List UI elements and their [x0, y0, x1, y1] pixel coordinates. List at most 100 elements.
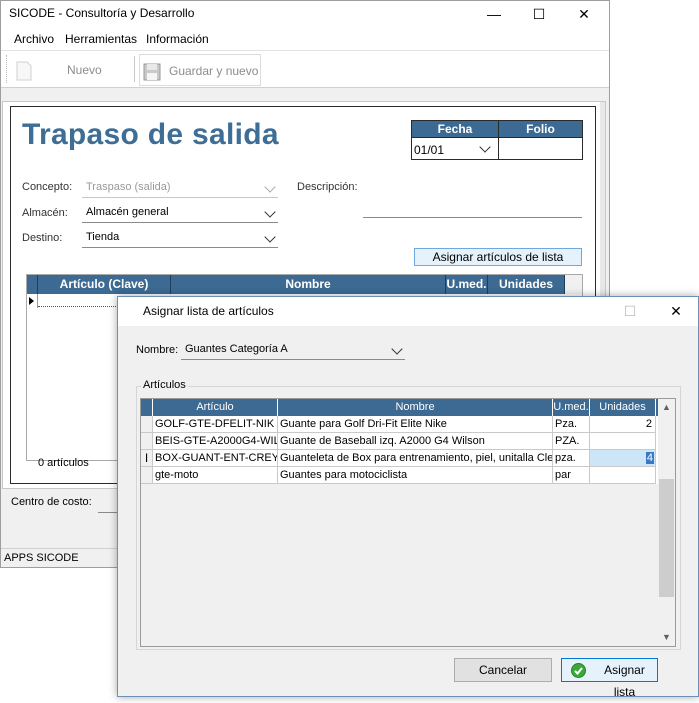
scroll-down-arrow-icon[interactable]: ▼ [658, 629, 675, 646]
destino-label: Destino: [22, 232, 63, 244]
col-articulo-clave[interactable]: Artículo (Clave) [38, 275, 171, 294]
cell-nombre[interactable]: Guante de Baseball izq. A2000 G4 Wilson [278, 433, 553, 450]
minimize-button[interactable]: — [471, 1, 517, 28]
cell-articulo[interactable]: BOX-GUANT-ENT-CREY [153, 450, 278, 467]
scroll-up-arrow-icon[interactable]: ▲ [658, 399, 675, 416]
cell-unidades-editing[interactable]: 4 [590, 450, 656, 467]
dialog-nombre-select[interactable]: Guantes Categoría A [181, 340, 405, 360]
table-row[interactable]: I BOX-GUANT-ENT-CREY Guanteleta de Box p… [141, 450, 658, 467]
cell-nombre[interactable]: Guanteleta de Box para entrenamiento, pi… [278, 450, 553, 467]
grid-scroll-up[interactable] [565, 275, 582, 294]
concepto-value: Traspaso (salida) [86, 181, 171, 193]
row-header-corner [27, 275, 38, 294]
menu-informacion[interactable]: Información [146, 32, 209, 46]
menu-bar: Archivo Herramientas Información [1, 28, 609, 50]
concepto-select[interactable]: Traspaso (salida) [82, 178, 278, 198]
dialog-row-header-corner [141, 399, 153, 416]
cell-unidades[interactable]: 2 [590, 416, 656, 433]
assign-list-dialog: Asignar lista de artículos ☐ ✕ Nombre: G… [117, 296, 699, 699]
centro-costo-label: Centro de costo: [11, 496, 92, 508]
toolbar: Nuevo Guardar y nuevo [1, 50, 609, 88]
chevron-down-icon [479, 141, 491, 153]
cell-unidades-selected-text: 4 [645, 452, 654, 464]
maximize-button[interactable]: ☐ [516, 1, 562, 28]
assign-list-button[interactable]: Asignar lista [561, 658, 658, 699]
scroll-thumb[interactable] [659, 479, 674, 597]
cell-nombre[interactable]: Guantes para motociclista [278, 467, 553, 484]
articulos-group-label: Artículos [141, 379, 188, 391]
toolbar-grip [6, 55, 8, 83]
page-title: Trapaso de salida [22, 118, 279, 151]
descripcion-field[interactable] [363, 217, 582, 218]
assign-list-label: Asignar lista [604, 663, 645, 699]
title-bar: SICODE - Consultoría y Desarrollo — ☐ ✕ [1, 1, 609, 28]
cell-nombre[interactable]: Guante para Golf Dri-Fit Elite Nike [278, 416, 553, 433]
folio-field[interactable] [498, 137, 583, 160]
cell-articulo[interactable]: gte-moto [153, 467, 278, 484]
almacen-value: Almacén general [86, 206, 169, 218]
dialog-col-unidades[interactable]: Unidades [590, 399, 656, 416]
col-nombre[interactable]: Nombre [171, 275, 446, 294]
cell-articulo[interactable]: BEIS-GTE-A2000G4-WIL [153, 433, 278, 450]
fecha-header: Fecha [411, 120, 499, 138]
col-unidades[interactable]: Unidades [488, 275, 565, 294]
dialog-nombre-value: Guantes Categoría A [185, 343, 288, 355]
check-icon [571, 663, 586, 678]
row-header [141, 467, 153, 484]
save-disk-icon [143, 62, 161, 82]
destino-select[interactable]: Tienda [82, 228, 278, 248]
col-umed[interactable]: U.med. [446, 275, 488, 294]
concepto-label: Concepto: [22, 181, 73, 193]
row-header [141, 433, 153, 450]
cancel-button[interactable]: Cancelar [454, 658, 552, 682]
toolbar-separator [134, 56, 135, 82]
centro-costo-field[interactable] [98, 512, 118, 513]
table-row[interactable]: GOLF-GTE-DFELIT-NIK Guante para Golf Dri… [141, 416, 658, 433]
dialog-title-bar: Asignar lista de artículos ☐ ✕ [118, 297, 698, 326]
table-row[interactable]: BEIS-GTE-A2000G4-WIL Guante de Baseball … [141, 433, 658, 450]
almacen-select[interactable]: Almacén general [82, 203, 278, 223]
dialog-col-umed[interactable]: U.med. [553, 399, 590, 416]
menu-herramientas[interactable]: Herramientas [65, 32, 137, 46]
dialog-close-button[interactable]: ✕ [653, 298, 699, 325]
cell-umed[interactable]: Pza. [553, 416, 590, 433]
dialog-maximize-button[interactable]: ☐ [607, 298, 653, 325]
new-row-placeholder[interactable] [38, 306, 118, 307]
chevron-down-icon [264, 231, 276, 243]
save-and-new-label: Guardar y nuevo [169, 64, 259, 78]
fecha-picker[interactable]: 01/01 [411, 137, 499, 160]
dialog-col-nombre[interactable]: Nombre [278, 399, 553, 416]
fecha-value: 01/01 [414, 143, 445, 157]
new-button[interactable]: Nuevo [13, 54, 131, 86]
destino-value: Tienda [86, 231, 120, 243]
folio-header: Folio [498, 120, 583, 138]
window-title: SICODE - Consultoría y Desarrollo [9, 6, 195, 20]
cell-umed[interactable]: pza. [553, 450, 590, 467]
cell-unidades[interactable] [590, 433, 656, 450]
articles-count: 0 artículos [38, 457, 89, 469]
chevron-down-icon [264, 206, 276, 218]
cell-umed[interactable]: par [553, 467, 590, 484]
dialog-nombre-label: Nombre: [136, 344, 179, 356]
table-row[interactable]: gte-moto Guantes para motociclista par [141, 467, 658, 484]
status-bar: APPS SICODE [1, 548, 117, 567]
dialog-title: Asignar lista de artículos [143, 304, 274, 318]
dialog-minimize-button[interactable] [558, 298, 604, 325]
save-and-new-button[interactable]: Guardar y nuevo [139, 54, 261, 86]
chevron-down-icon [264, 181, 276, 193]
close-button[interactable]: ✕ [561, 1, 607, 28]
dialog-col-articulo[interactable]: Artículo [153, 399, 278, 416]
assign-articles-button[interactable]: Asignar artículos de lista [414, 248, 582, 266]
row-indicator [27, 294, 38, 308]
almacen-label: Almacén: [22, 207, 68, 219]
cell-unidades[interactable] [590, 467, 656, 484]
menu-archivo[interactable]: Archivo [14, 32, 54, 46]
descripcion-label: Descripción: [297, 181, 358, 193]
cell-umed[interactable]: PZA. [553, 433, 590, 450]
cell-articulo[interactable]: GOLF-GTE-DFELIT-NIK [153, 416, 278, 433]
dialog-grid-scrollbar[interactable]: ▲ ▼ [658, 399, 675, 646]
new-button-label: Nuevo [67, 63, 102, 77]
chevron-down-icon [391, 343, 403, 355]
row-header [141, 416, 153, 433]
new-document-icon [15, 61, 33, 81]
